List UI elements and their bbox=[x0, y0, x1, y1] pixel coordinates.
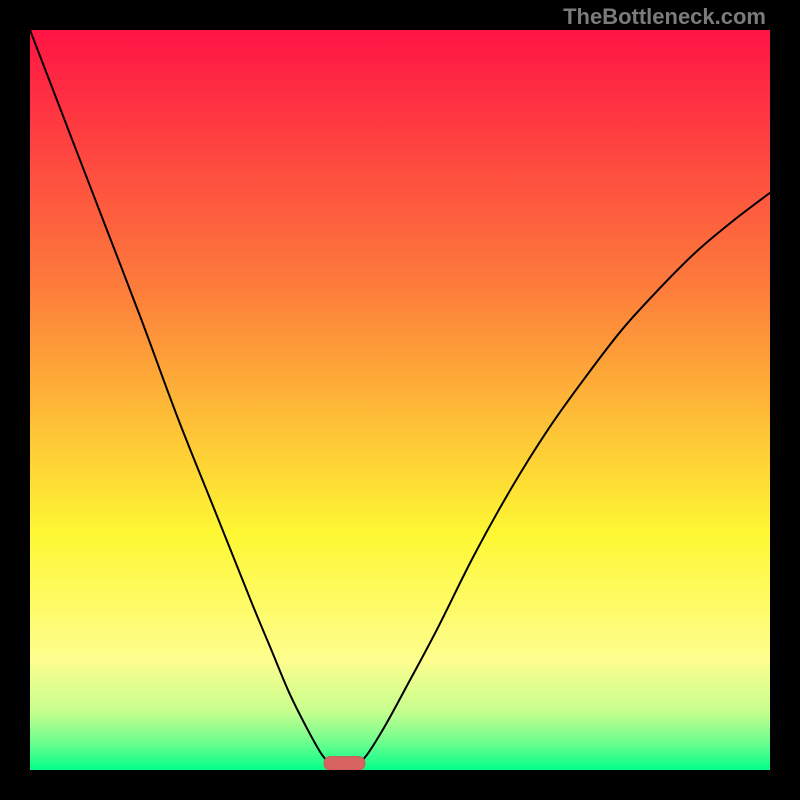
plot-area bbox=[30, 30, 770, 770]
gradient-background bbox=[30, 30, 770, 770]
outer-frame: TheBottleneck.com bbox=[0, 0, 800, 800]
chart-svg bbox=[30, 30, 770, 770]
watermark-text: TheBottleneck.com bbox=[563, 4, 766, 30]
minimum-marker bbox=[324, 757, 365, 770]
